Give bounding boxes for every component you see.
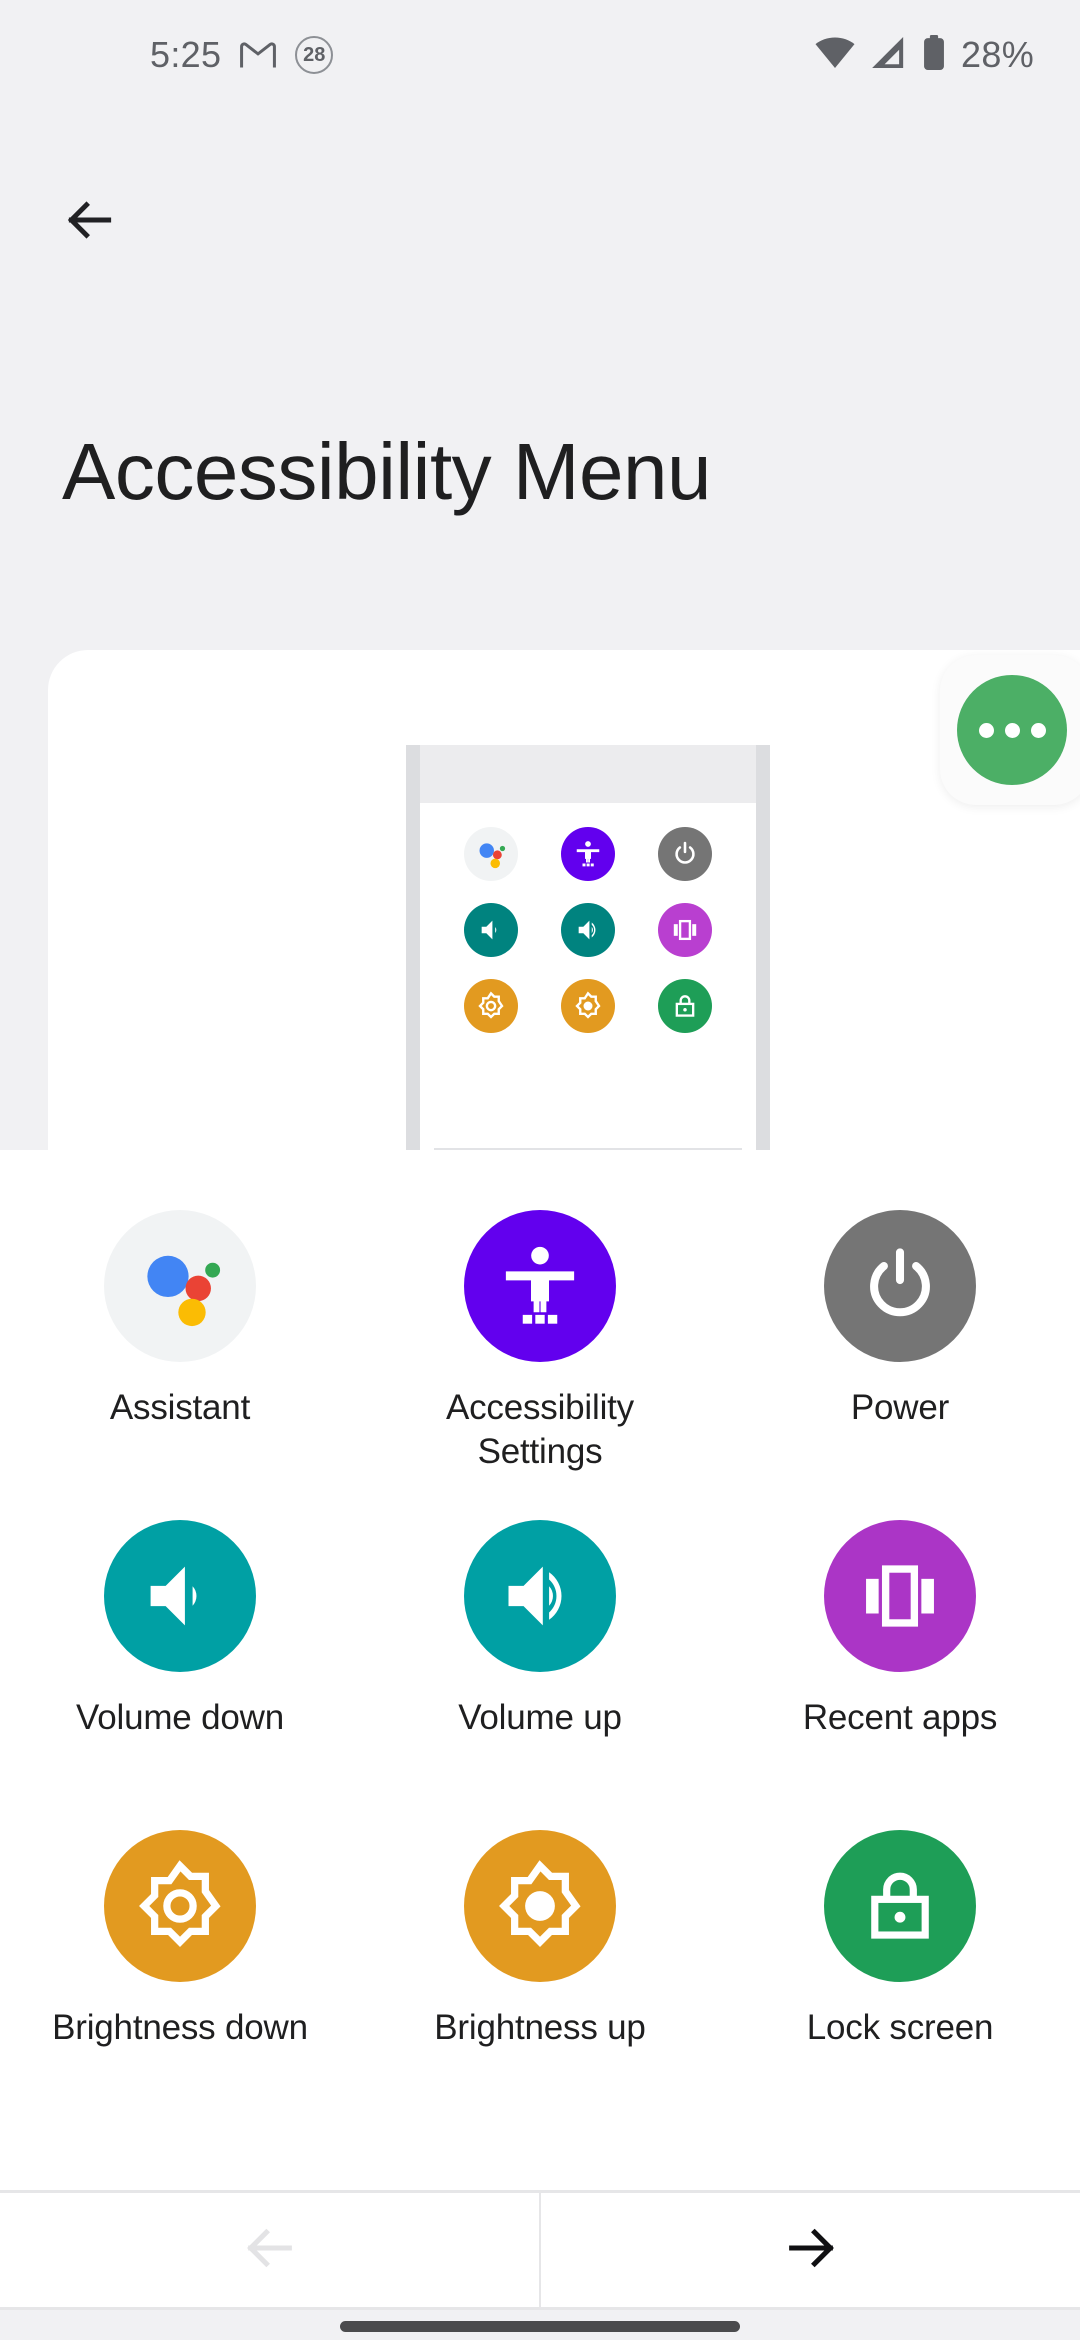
menu-item-accessibility-settings[interactable]: Accessibility Settings [360,1210,720,1520]
gesture-navigation-bar[interactable] [340,2321,740,2332]
accessibility-menu-sheet: Assistant Accessibility Settings Power V… [0,1150,1080,2190]
menu-item-volume-down[interactable]: Volume down [0,1520,360,1830]
previous-page-button[interactable] [0,2193,541,2307]
back-arrow-icon [62,192,118,253]
more-options-icon[interactable] [957,675,1067,785]
status-bar-right: 28% [815,34,1034,76]
brightness-up-icon [464,1830,616,1982]
battery-percentage: 28% [961,34,1034,75]
volume-down-icon [104,1520,256,1672]
menu-item-volume-up[interactable]: Volume up [360,1520,720,1830]
preview-lock-screen-icon [658,979,713,1033]
menu-item-label: Power [850,1388,950,1427]
cellular-signal-icon [869,36,907,74]
menu-item-label: Brightness down [52,2008,308,2047]
preview-card [48,650,1080,1155]
preview-accessibility-settings-icon [560,827,615,881]
power-icon [824,1210,976,1362]
preview-phone-topbar [420,745,756,803]
preview-assistant-icon [463,827,518,881]
page-navigation-bar [0,2190,1080,2310]
menu-item-label: Volume up [458,1698,622,1737]
next-page-button[interactable] [541,2193,1080,2307]
menu-item-label: Volume down [76,1698,284,1737]
menu-item-brightness-up[interactable]: Brightness up [360,1830,720,2140]
fab-dot [978,722,994,738]
recent-apps-icon [824,1520,976,1672]
arrow-left-icon [241,2219,299,2282]
menu-item-brightness-down[interactable]: Brightness down [0,1830,360,2140]
menu-item-label: Lock screen [806,2008,994,2047]
menu-item-recent-apps[interactable]: Recent apps [720,1520,1080,1830]
menu-item-label: Brightness up [434,2008,646,2047]
preview-phone-frame-right [756,745,770,1150]
fab-dot [1030,722,1046,738]
fab-dot [1004,722,1020,738]
menu-item-power[interactable]: Power [720,1210,1080,1520]
wifi-icon [815,37,855,74]
preview-phone-mockup [406,745,770,1155]
preview-power-icon [658,827,713,881]
menu-item-label: Accessibility Settings [445,1388,634,1471]
menu-item-lock-screen[interactable]: Lock screen [720,1830,1080,2140]
system-navigation-area [0,2313,1080,2340]
notification-count-badge: 28 [295,36,334,74]
back-button[interactable] [46,178,134,266]
accessibility-menu-grid: Assistant Accessibility Settings Power V… [0,1150,1080,2140]
overflow-fab-container[interactable] [940,655,1080,805]
volume-up-icon [464,1520,616,1672]
preview-volume-up-icon [560,903,615,957]
status-bar-clock: 5:25 [150,34,222,75]
menu-item-label: Recent apps [802,1698,998,1737]
arrow-right-icon [782,2219,840,2282]
preview-phone-frame-left [406,745,420,1150]
preview-volume-down-icon [463,903,518,957]
assistant-icon [104,1210,256,1362]
page-title: Accessibility Menu [62,427,712,516]
gmail-icon [239,40,277,70]
accessibility-settings-icon [464,1210,616,1362]
status-bar: 5:25 28 28% [0,0,1080,110]
preview-menu-grid [420,803,756,1057]
preview-phone-screen [420,745,756,1150]
menu-item-assistant[interactable]: Assistant [0,1210,360,1520]
brightness-down-icon [104,1830,256,1982]
status-bar-left: 5:25 28 [150,34,334,76]
preview-brightness-down-icon [463,979,518,1033]
menu-item-label: Assistant [109,1388,251,1427]
accessibility-menu-screen: 5:25 28 28% Accessibility Menu Assistant… [0,0,1080,2340]
preview-brightness-up-icon [560,979,615,1033]
battery-icon [921,34,947,76]
preview-recent-apps-icon [658,903,713,957]
lock-screen-icon [824,1830,976,1982]
